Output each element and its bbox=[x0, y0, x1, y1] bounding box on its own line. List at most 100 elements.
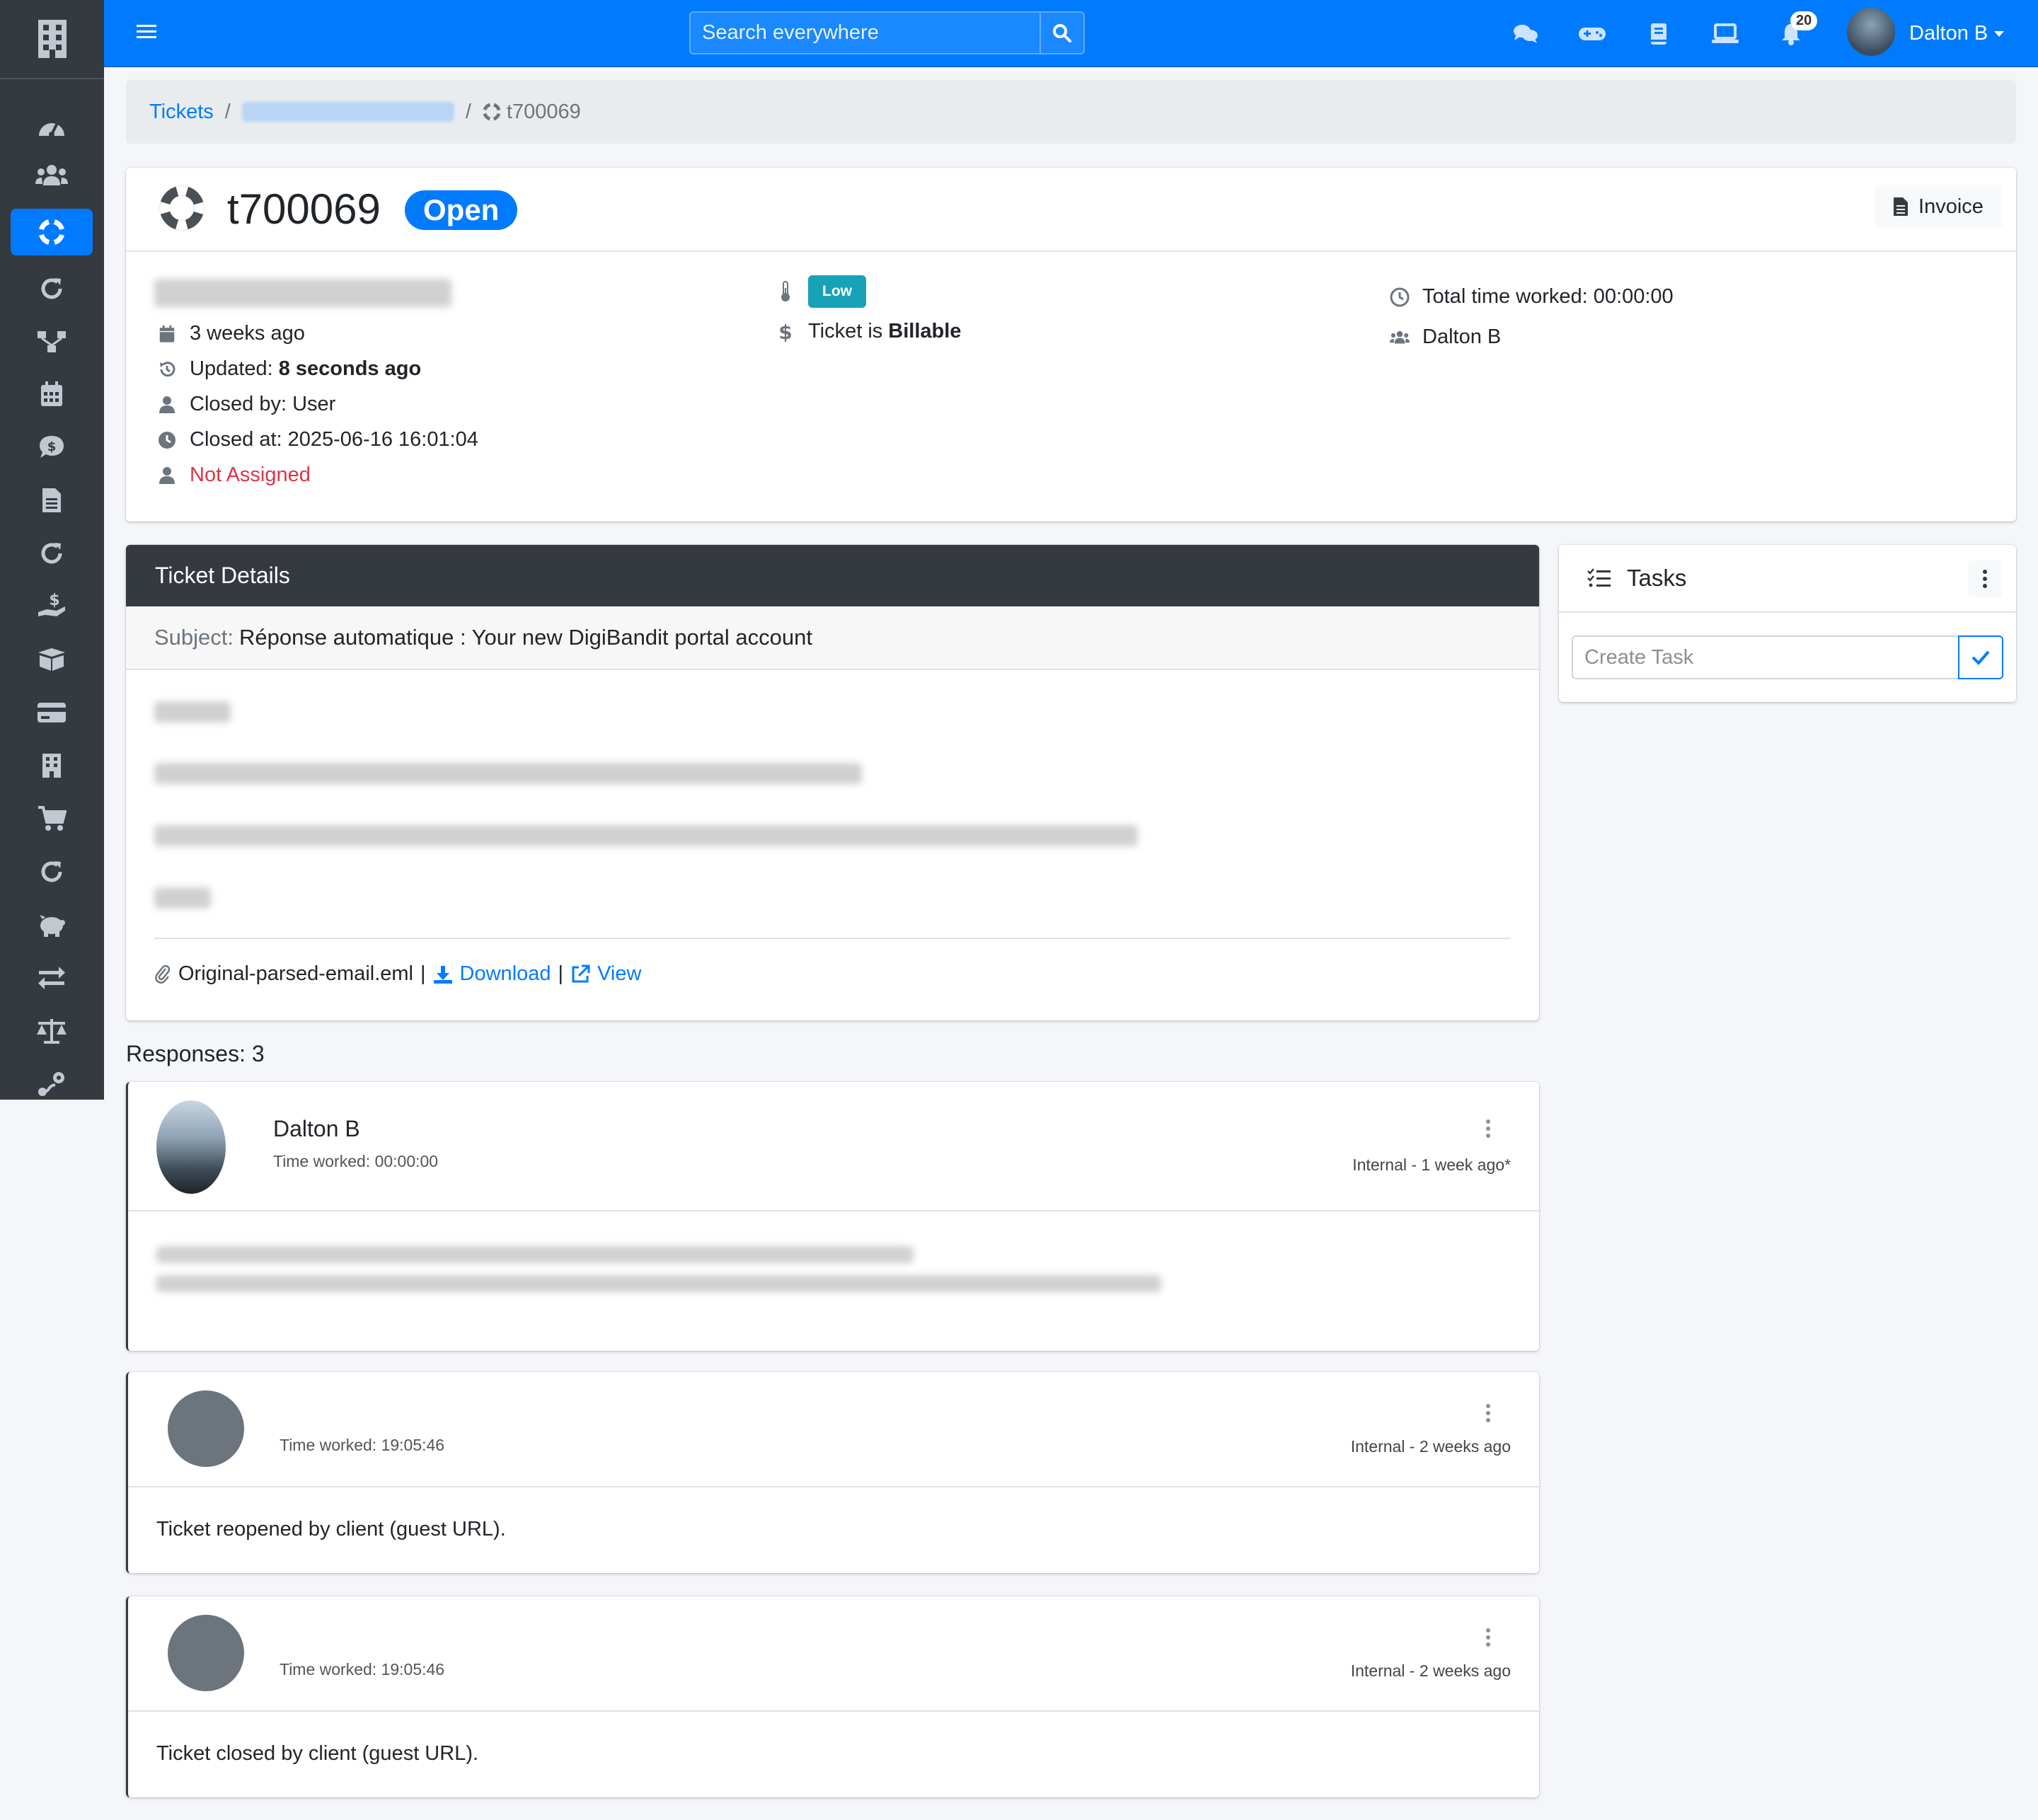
updated-line: Updated: 8 seconds ago bbox=[157, 357, 421, 381]
priority-line: Low bbox=[776, 275, 866, 308]
assets-button[interactable] bbox=[1710, 18, 1741, 50]
chat-button[interactable] bbox=[1510, 18, 1541, 50]
quotes-icon: $ bbox=[40, 436, 64, 458]
response-card: Dalton B Time worked: 00:00:00 Internal … bbox=[126, 1082, 1539, 1351]
clock-icon bbox=[1390, 287, 1410, 306]
sidebar-item-recurring-invoices[interactable] bbox=[11, 530, 93, 577]
attachment-name: Original-parsed-email.eml bbox=[178, 962, 413, 985]
comments-icon bbox=[1514, 25, 1538, 43]
breadcrumb-tickets[interactable]: Tickets bbox=[149, 100, 214, 124]
search-bar bbox=[689, 11, 1085, 54]
tasks-title: Tasks bbox=[1627, 565, 1687, 591]
user-icon bbox=[159, 466, 175, 484]
breadcrumb-separator: / bbox=[465, 100, 471, 123]
sidebar-item-recurring-expenses[interactable] bbox=[11, 848, 93, 895]
transfers-icon bbox=[38, 967, 65, 989]
sidebar-item-clients[interactable] bbox=[11, 152, 93, 199]
dollar-icon: $ bbox=[778, 321, 792, 342]
search-input[interactable] bbox=[691, 13, 1040, 53]
recurring-expenses-icon bbox=[41, 861, 62, 882]
client-name-redacted[interactable] bbox=[154, 279, 451, 307]
ticket-details-card: Ticket Details Subject: Réponse automati… bbox=[126, 545, 1539, 1020]
attachment-separator: | bbox=[420, 962, 426, 985]
create-task-input[interactable] bbox=[1572, 635, 1958, 679]
download-link[interactable]: Download bbox=[433, 962, 551, 986]
sidebar-item-invoices[interactable] bbox=[11, 477, 93, 524]
kebab-menu-icon[interactable] bbox=[1485, 1403, 1491, 1423]
download-label: Download bbox=[459, 962, 551, 985]
assignment-line[interactable]: Not Assigned bbox=[157, 463, 311, 487]
download-icon bbox=[433, 965, 452, 984]
games-button[interactable] bbox=[1577, 18, 1608, 50]
recurring-icon bbox=[41, 278, 62, 299]
brand-logo[interactable] bbox=[0, 0, 104, 79]
search-icon bbox=[1053, 23, 1071, 42]
laptop-icon bbox=[1712, 23, 1739, 43]
billable-value[interactable]: Billable bbox=[888, 320, 961, 343]
building-icon bbox=[38, 20, 67, 58]
priority-badge[interactable]: Low bbox=[808, 275, 866, 308]
assignment-text: Not Assigned bbox=[190, 463, 311, 486]
sidebar-item-transfers[interactable] bbox=[11, 955, 93, 1001]
email-body-redacted bbox=[154, 701, 231, 722]
response-card: Time worked: 19:05:46 Internal - 2 weeks… bbox=[126, 1372, 1539, 1573]
watcher-name: Dalton B bbox=[1422, 326, 1502, 348]
response-card: Time worked: 19:05:46 Internal - 2 weeks… bbox=[126, 1596, 1539, 1797]
history-icon bbox=[160, 361, 175, 376]
book-icon bbox=[1651, 23, 1666, 45]
knowledge-base-button[interactable] bbox=[1643, 18, 1674, 50]
response-header: Time worked: 19:05:46 Internal - 2 weeks… bbox=[128, 1372, 1539, 1487]
sidebar: $ $ bbox=[0, 79, 104, 1100]
create-task-form bbox=[1572, 635, 2003, 679]
vendors-icon bbox=[42, 754, 61, 778]
support-icon bbox=[38, 219, 65, 246]
svg-text:$: $ bbox=[47, 439, 57, 454]
create-task-submit[interactable] bbox=[1958, 635, 2003, 679]
sidebar-item-expenses[interactable] bbox=[11, 795, 93, 842]
kebab-menu-icon[interactable] bbox=[1485, 1628, 1491, 1647]
sidebar-item-projects[interactable] bbox=[11, 318, 93, 364]
invoices-icon bbox=[42, 488, 61, 512]
sidebar-item-trips[interactable] bbox=[11, 1061, 93, 1107]
kebab-menu-icon[interactable] bbox=[1485, 1119, 1491, 1139]
billable-line: $ Ticket is Billable bbox=[776, 320, 961, 343]
closed-at-text: Closed at: 2025-06-16 16:01:04 bbox=[190, 428, 478, 451]
support-icon bbox=[483, 103, 501, 121]
responses-count: Responses: 3 bbox=[126, 1041, 265, 1066]
sidebar-item-calendar[interactable] bbox=[11, 371, 93, 417]
sidebar-item-dashboard[interactable] bbox=[11, 103, 93, 149]
invoice-label: Invoice bbox=[1918, 195, 1984, 218]
sidebar-item-revenues[interactable]: $ bbox=[11, 583, 93, 630]
closed-by-line: Closed by: User bbox=[157, 393, 335, 416]
response-body: Ticket reopened by client (guest URL). bbox=[156, 1518, 506, 1540]
svg-text:$: $ bbox=[778, 321, 792, 342]
divider bbox=[154, 938, 1511, 939]
sidebar-item-payments[interactable] bbox=[11, 689, 93, 736]
subject-label: Subject: bbox=[154, 625, 234, 650]
breadcrumb: Tickets / / t700069 bbox=[126, 80, 2016, 144]
sidebar-item-accounting[interactable] bbox=[11, 1008, 93, 1054]
invoice-button[interactable]: Invoice bbox=[1875, 185, 2002, 229]
view-link[interactable]: View bbox=[570, 962, 641, 986]
cart-icon bbox=[38, 806, 67, 831]
thermometer-icon bbox=[781, 281, 790, 301]
sidebar-item-recurring[interactable] bbox=[11, 265, 93, 312]
breadcrumb-client-redacted[interactable] bbox=[241, 102, 454, 122]
search-button[interactable] bbox=[1040, 13, 1083, 53]
invoice-icon bbox=[1894, 197, 1909, 216]
sidebar-item-vendors[interactable] bbox=[11, 742, 93, 789]
user-menu[interactable]: Dalton B bbox=[1909, 22, 2005, 45]
ticket-title-bar: t700069 Open Invoice bbox=[126, 168, 2016, 252]
ticket-header-card: t700069 Open Invoice 3 weeks ago Updated… bbox=[126, 168, 2016, 522]
support-icon bbox=[159, 185, 205, 231]
sidebar-item-products[interactable] bbox=[11, 636, 93, 683]
menu-toggle-button[interactable] bbox=[137, 23, 156, 41]
user-avatar[interactable] bbox=[1847, 8, 1895, 56]
caret-down-icon bbox=[1994, 30, 2005, 37]
sidebar-item-support[interactable] bbox=[11, 209, 93, 255]
kebab-menu-icon bbox=[1983, 570, 1987, 588]
ticket-details-header: Ticket Details bbox=[126, 545, 1539, 606]
tasks-menu-button[interactable] bbox=[1968, 560, 2002, 597]
sidebar-item-quotes[interactable]: $ bbox=[11, 424, 93, 471]
sidebar-item-budget[interactable] bbox=[11, 902, 93, 948]
